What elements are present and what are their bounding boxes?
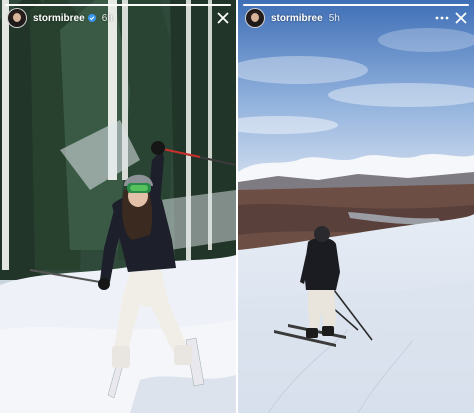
avatar-icon[interactable] xyxy=(7,8,27,28)
username[interactable]: stormibree xyxy=(33,13,85,24)
more-icon[interactable] xyxy=(434,11,450,25)
story-panel-right[interactable]: stormibree 5h xyxy=(238,0,474,413)
username[interactable]: stormibree xyxy=(271,13,323,24)
story-header: stormibree 5h xyxy=(245,8,468,28)
story-header: stormibree 6h xyxy=(7,8,230,28)
post-time: 5h xyxy=(328,12,340,24)
story-progress-bar xyxy=(243,4,469,6)
story-progress-fill xyxy=(5,4,231,6)
story-progress-bar xyxy=(5,4,231,6)
verified-badge-icon xyxy=(87,14,96,22)
close-icon[interactable] xyxy=(216,11,230,25)
story-photo-skier-forest xyxy=(0,0,236,413)
story-photo-skier-mountain-view xyxy=(238,0,474,413)
story-panel-left[interactable]: stormibree 6h xyxy=(0,0,236,413)
close-icon[interactable] xyxy=(454,11,468,25)
avatar-icon[interactable] xyxy=(245,8,265,28)
story-progress-fill xyxy=(243,4,469,6)
post-time: 6h xyxy=(101,12,113,24)
